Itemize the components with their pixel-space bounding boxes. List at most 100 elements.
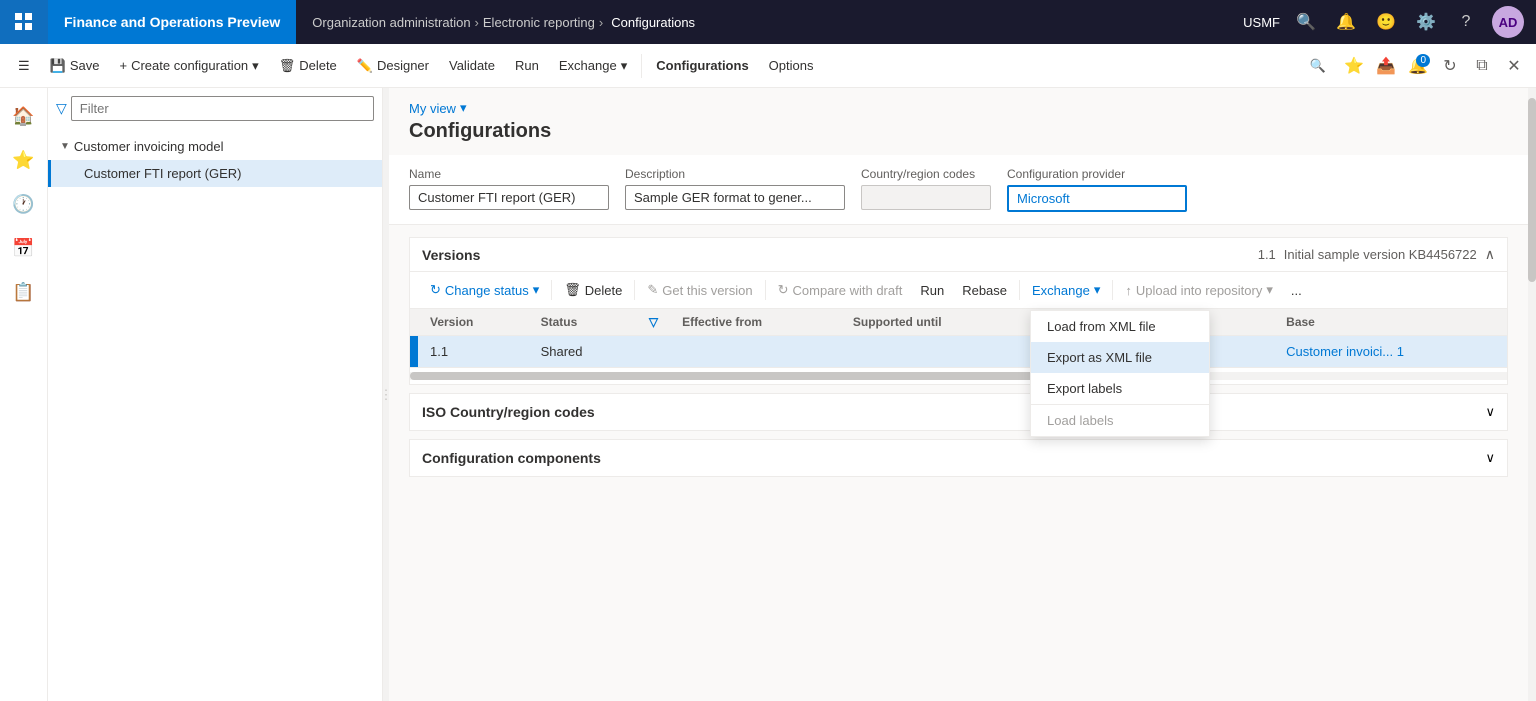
avatar[interactable]: AD: [1492, 6, 1524, 38]
favorites-sidebar-icon[interactable]: ⭐: [4, 140, 44, 180]
change-status-button[interactable]: ↻ Change status ▾: [422, 278, 547, 302]
iso-section-header[interactable]: ISO Country/region codes ∨: [410, 394, 1507, 430]
cmd-search-icon[interactable]: 🔍: [1304, 52, 1332, 80]
badge-icon[interactable]: 0 🔔: [1404, 52, 1432, 80]
run-button[interactable]: Run: [505, 54, 549, 77]
hamburger-menu-button[interactable]: ☰: [8, 54, 40, 78]
create-icon: +: [119, 58, 127, 73]
tree-chevron-icon: ▼: [60, 141, 70, 152]
name-input[interactable]: [409, 185, 609, 210]
home-icon[interactable]: 🏠: [4, 96, 44, 136]
validate-button[interactable]: Validate: [439, 54, 505, 77]
horizontal-scrollbar[interactable]: [410, 372, 1507, 380]
versions-collapse-button[interactable]: ∧: [1485, 246, 1495, 263]
delete-label: Delete: [299, 58, 337, 73]
smiley-icon[interactable]: 🙂: [1372, 8, 1400, 36]
dropdown-export-labels[interactable]: Export labels: [1031, 373, 1209, 404]
save-icon: 💾: [50, 58, 66, 74]
options-label: Options: [769, 58, 814, 73]
versions-run-label: Run: [920, 283, 944, 298]
search-icon[interactable]: 🔍: [1292, 8, 1320, 36]
help-icon[interactable]: ?: [1452, 8, 1480, 36]
filter-bar: ▽: [48, 88, 382, 129]
right-scrollbar-thumb: [1528, 98, 1536, 282]
dropdown-load-xml[interactable]: Load from XML file: [1031, 311, 1209, 342]
designer-button[interactable]: ✏️ Designer: [347, 54, 439, 78]
description-field: Description: [625, 167, 845, 212]
exchange-dropdown-button[interactable]: Exchange ▾: [1024, 278, 1108, 302]
create-config-button[interactable]: + Create configuration ▾: [109, 54, 268, 78]
country-input[interactable]: [861, 185, 991, 210]
tree-filter-input[interactable]: [71, 96, 374, 121]
description-input[interactable]: [625, 185, 845, 210]
row-version: 1.1: [418, 336, 529, 368]
col-effective-from[interactable]: Effective from: [670, 309, 841, 336]
refresh-icon[interactable]: ↻: [1436, 52, 1464, 80]
versions-delete-button[interactable]: 🗑 Delete: [556, 278, 630, 302]
row-base[interactable]: Customer invoici... 1: [1274, 336, 1507, 368]
notification-icon[interactable]: 🔔: [1332, 8, 1360, 36]
config-components-header[interactable]: Configuration components ∨: [410, 440, 1507, 476]
dropdown-export-xml[interactable]: Export as XML file: [1031, 342, 1209, 373]
open-in-new-icon[interactable]: 📤: [1372, 52, 1400, 80]
col-supported-until[interactable]: Supported until: [841, 309, 1026, 336]
right-scrollbar[interactable]: [1528, 88, 1536, 701]
configurations-nav-button[interactable]: Configurations: [646, 54, 758, 77]
breadcrumb-chevron-1: ›: [475, 15, 479, 30]
load-labels-label: Load labels: [1047, 413, 1114, 428]
exchange-button[interactable]: Exchange ▾: [549, 54, 637, 78]
iso-collapse-icon: ∨: [1485, 404, 1495, 420]
form-row: Name Description Country/region codes Co…: [389, 155, 1528, 225]
col-version[interactable]: Version: [418, 309, 529, 336]
hamburger-icon: ☰: [18, 58, 30, 74]
provider-input[interactable]: [1007, 185, 1187, 212]
calendar-icon[interactable]: 📅: [4, 228, 44, 268]
compare-with-draft-button[interactable]: ↻ Compare with draft: [770, 278, 911, 302]
versions-run-button[interactable]: Run: [912, 279, 952, 302]
dropdown-load-labels: Load labels: [1031, 405, 1209, 436]
col-base[interactable]: Base: [1274, 309, 1507, 336]
favorites-icon[interactable]: ⭐: [1340, 52, 1368, 80]
save-button[interactable]: 💾 Save: [40, 54, 110, 78]
exchange-dropdown-menu: Load from XML file Export as XML file Ex…: [1030, 310, 1210, 437]
versions-title: Versions: [422, 247, 480, 263]
icon-bar: 🏠 ⭐ 🕐 📅 📋: [0, 88, 48, 701]
exchange-label: Exchange: [559, 58, 617, 73]
my-view-selector[interactable]: My view ▾: [409, 100, 1508, 116]
row-status: Shared: [529, 336, 637, 368]
breadcrumb-org-admin[interactable]: Organization administration: [312, 15, 470, 30]
trash-icon: 🗑: [564, 282, 581, 298]
change-status-label: Change status: [445, 283, 529, 298]
col-filter-icon[interactable]: ▽: [637, 309, 670, 336]
breadcrumb-electronic-reporting[interactable]: Electronic reporting: [483, 15, 595, 30]
filter-icon[interactable]: ▽: [56, 100, 67, 117]
versions-table: Version Status ▽ Effective from Supporte…: [410, 309, 1507, 368]
upload-into-repository-button[interactable]: ↑ Upload into repository ▾: [1117, 278, 1281, 302]
delete-button[interactable]: 🗑 Delete: [269, 54, 347, 78]
main-layout: 🏠 ⭐ 🕐 📅 📋 ▽ ▼ Customer invoicing model C…: [0, 88, 1536, 701]
my-view-chevron-icon: ▾: [460, 100, 467, 116]
tree-parent-item[interactable]: ▼ Customer invoicing model: [48, 133, 382, 160]
app-grid-button[interactable]: [0, 0, 48, 44]
refresh-icon: ↻: [430, 282, 441, 298]
more-options-button[interactable]: ...: [1283, 279, 1310, 302]
breadcrumb: Organization administration › Electronic…: [296, 15, 1231, 30]
vtb-sep-1: [551, 280, 552, 300]
rebase-button[interactable]: Rebase: [954, 279, 1015, 302]
col-status[interactable]: Status: [529, 309, 637, 336]
settings-icon[interactable]: ⚙️: [1412, 8, 1440, 36]
config-components-section: Configuration components ∨: [409, 439, 1508, 477]
top-bar-right: USMF 🔍 🔔 🙂 ⚙️ ? AD: [1231, 6, 1536, 38]
get-this-version-button[interactable]: ✎ Get this version: [639, 278, 760, 302]
tree-child-item[interactable]: Customer FTI report (GER): [48, 160, 382, 187]
page-title: Configurations: [409, 120, 1508, 143]
recent-icon[interactable]: 🕐: [4, 184, 44, 224]
list-icon[interactable]: 📋: [4, 272, 44, 312]
options-button[interactable]: Options: [759, 54, 824, 77]
open-new-window-icon[interactable]: ⧉: [1468, 52, 1496, 80]
get-this-version-label: Get this version: [662, 283, 752, 298]
close-icon[interactable]: ✕: [1500, 52, 1528, 80]
table-row[interactable]: 1.1 Shared 7/31/2018 5:51:01 AM Customer…: [410, 336, 1507, 368]
exchange-chevron-icon: ▾: [621, 58, 628, 74]
tree-content: ▼ Customer invoicing model Customer FTI …: [48, 129, 382, 701]
